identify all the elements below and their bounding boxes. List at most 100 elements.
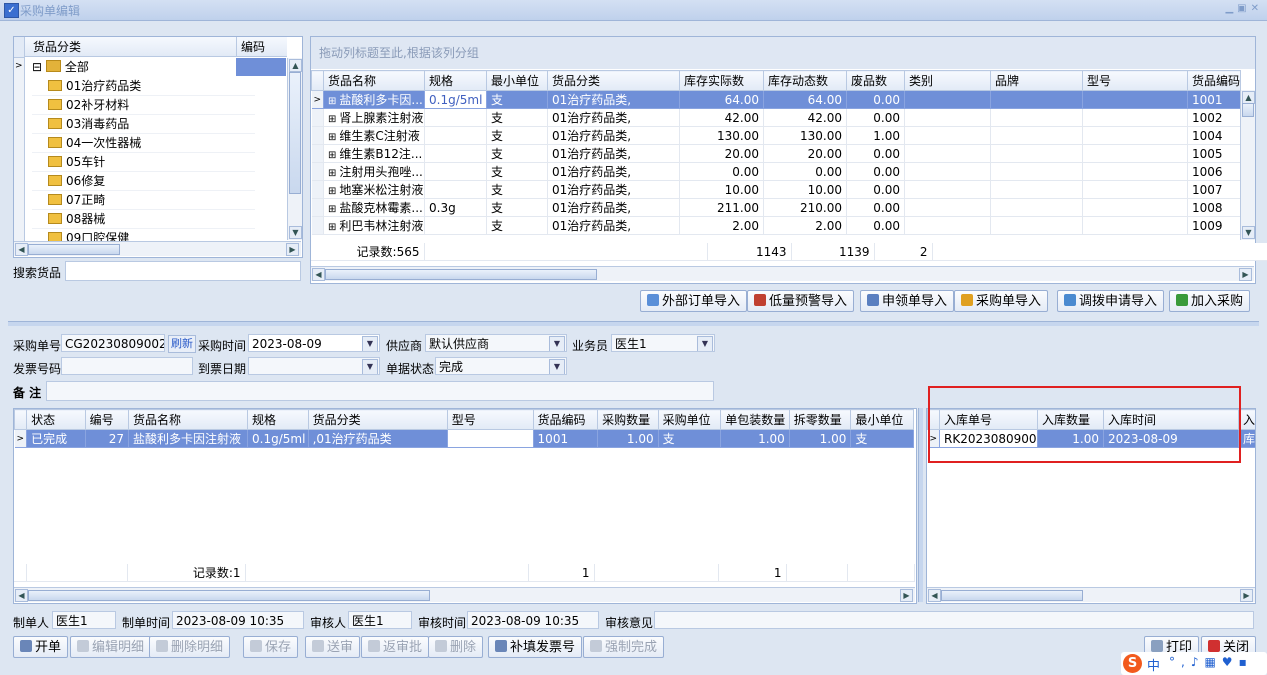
search-label: 搜索货品: [13, 266, 62, 280]
search-input[interactable]: [65, 261, 301, 281]
table-row[interactable]: ⊞ 盐酸克林霉素... 0.3g 支 01治疗药品类, 211.00 210.00 0.00 1…: [311, 198, 1241, 217]
goods-cell: 0.1g/5ml: [424, 90, 487, 109]
salesman-field[interactable]: 医生1 ▼: [611, 334, 715, 352]
vertical-splitter[interactable]: [918, 408, 923, 602]
tree-item[interactable]: 04一次性器械: [48, 134, 141, 153]
tree-item[interactable]: 02补牙材料: [48, 96, 129, 115]
splitter[interactable]: [8, 321, 1259, 326]
due-date-field[interactable]: ▼: [248, 357, 380, 375]
ime-toolbar[interactable]: S 中 °,♪▦♥▪: [1121, 652, 1267, 675]
chevron-down-icon[interactable]: ▼: [362, 336, 378, 351]
low-stock-import-button[interactable]: 低量预警导入: [747, 290, 855, 312]
detail-col-header[interactable]: 拆零数量: [788, 409, 852, 430]
goods-col-header[interactable]: 货品名称: [323, 70, 425, 91]
table-row[interactable]: ⊞ 注射用头孢唑... 支 01治疗药品类, 0.00 0.00 0.00 1006: [311, 162, 1241, 181]
detail-col-header[interactable]: 规格: [247, 409, 309, 430]
table-row[interactable]: > 已完成 27 盐酸利多卡因注射液 0.1g/5ml ,01治疗药品类 1001 1.00 支…: [14, 429, 914, 448]
new-order-button[interactable]: 开单: [13, 636, 69, 658]
detail-col-header[interactable]: 编号: [84, 409, 129, 430]
goods-vscroll[interactable]: ▲ ▼: [1240, 90, 1255, 240]
detail-col-header[interactable]: 单包装数量: [720, 409, 790, 430]
status-field[interactable]: 完成 ▼: [435, 357, 567, 375]
delete-button[interactable]: 删除: [428, 636, 484, 658]
expand-icon[interactable]: ⊞: [328, 186, 336, 197]
tree-hscroll[interactable]: ◀ ▶: [14, 241, 301, 256]
stock-col-header[interactable]: 入: [1238, 409, 1255, 430]
submit-button[interactable]: 送审: [305, 636, 361, 658]
expand-icon[interactable]: ⊞: [328, 168, 336, 179]
expand-icon[interactable]: ⊞: [328, 204, 336, 215]
external-order-import-button[interactable]: 外部订单导入: [640, 290, 748, 312]
tree-item[interactable]: 03消毒药品: [48, 115, 129, 134]
supplier-field[interactable]: 默认供应商 ▼: [425, 334, 567, 352]
expand-icon[interactable]: ⊞: [328, 132, 336, 143]
tree-item[interactable]: 01治疗药品类: [48, 77, 141, 96]
tree-header-code[interactable]: 编码: [237, 37, 287, 57]
detail-col-header[interactable]: 状态: [26, 409, 86, 430]
ime-mode[interactable]: 中: [1147, 655, 1160, 674]
table-row[interactable]: ⊞ 地塞米松注射液支 01治疗药品类, 10.00 10.00 0.00 1007: [311, 180, 1241, 199]
chevron-down-icon[interactable]: ▼: [697, 336, 713, 351]
detail-col-header[interactable]: 型号: [446, 409, 534, 430]
requisition-import-button[interactable]: 申领单导入: [860, 290, 955, 312]
transfer-import-button[interactable]: 调拨申请导入: [1057, 290, 1165, 312]
table-row[interactable]: ⊞ 利巴韦林注射液支 01治疗药品类, 2.00 2.00 0.00 1009: [311, 216, 1241, 235]
goods-cell: [904, 108, 991, 127]
tree-item[interactable]: 06修复: [48, 172, 105, 191]
goods-grid: 拖动列标题至此,根据该列分组 货品名称 规格 最小单位 货品分类 库存实际数 库存动态数废…: [310, 36, 1267, 284]
goods-col-header[interactable]: 最小单位: [486, 70, 548, 91]
goods-hscroll[interactable]: ◀ ▶: [311, 266, 1254, 281]
detail-col-header[interactable]: 货品分类: [307, 409, 448, 430]
detail-hscroll[interactable]: ◀ ▶: [14, 587, 915, 602]
tree-item[interactable]: 07正畸: [48, 191, 105, 210]
goods-cell: 0.00: [679, 162, 764, 181]
detail-col-header[interactable]: 货品名称: [127, 409, 249, 430]
tree-header-category[interactable]: 货品分类: [25, 37, 237, 57]
tree-root[interactable]: ⊟ 全部: [32, 58, 89, 77]
stock-hscroll[interactable]: ◀ ▶: [927, 587, 1255, 602]
edit-detail-button[interactable]: 编辑明细: [70, 636, 152, 658]
table-row[interactable]: ⊞ 肾上腺素注射液支 01治疗药品类, 42.00 42.00 0.00 1002: [311, 108, 1241, 127]
detail-col-header[interactable]: 采购单位: [657, 409, 722, 430]
goods-col-header[interactable]: 型号: [1082, 70, 1188, 91]
save-button[interactable]: 保存: [243, 636, 299, 658]
delete-detail-button[interactable]: 删除明细: [149, 636, 231, 658]
order-time-field[interactable]: 2023-08-09 ▼: [248, 334, 380, 352]
detail-col-header[interactable]: 货品编码: [532, 409, 599, 430]
add-purchase-button[interactable]: 加入采购: [1169, 290, 1251, 312]
invoice-field[interactable]: [61, 357, 193, 375]
remark-field[interactable]: [46, 381, 714, 401]
tree-vscroll[interactable]: ▲ ▼: [287, 58, 302, 240]
goods-col-header[interactable]: 品牌: [990, 70, 1083, 91]
purchase-order-import-button[interactable]: 采购单导入: [954, 290, 1049, 312]
goods-cell: [990, 108, 1083, 127]
expand-icon[interactable]: ⊞: [328, 96, 336, 107]
chevron-down-icon[interactable]: ▼: [549, 336, 565, 351]
expand-icon[interactable]: ⊞: [328, 222, 336, 233]
detail-col-header[interactable]: 采购数量: [597, 409, 659, 430]
goods-col-header[interactable]: 类别: [904, 70, 991, 91]
window-controls[interactable]: ▁▣✕: [1225, 3, 1263, 14]
force-complete-button[interactable]: 强制完成: [583, 636, 665, 658]
expand-icon[interactable]: ⊞: [328, 150, 336, 161]
goods-col-header[interactable]: 规格: [424, 70, 487, 91]
goods-col-header[interactable]: 库存动态数: [763, 70, 847, 91]
goods-col-header[interactable]: 废品数: [846, 70, 905, 91]
table-row[interactable]: > ⊞ 盐酸利多卡因... 0.1g/5ml 支 01治疗药品类, 64.00 64.00 0.…: [311, 90, 1241, 109]
goods-col-header[interactable]: 货品编码: [1187, 70, 1241, 91]
ime-icons[interactable]: °,♪▦♥▪: [1169, 655, 1253, 669]
chevron-down-icon[interactable]: ▼: [362, 359, 378, 374]
expand-icon[interactable]: ⊞: [328, 114, 336, 125]
table-row[interactable]: ⊞ 维生素C注射液支 01治疗药品类, 130.00 130.00 1.00 1004: [311, 126, 1241, 145]
fill-invoice-button[interactable]: 补填发票号: [488, 636, 583, 658]
goods-cell: 0.00: [846, 216, 905, 235]
chevron-down-icon[interactable]: ▼: [549, 359, 565, 374]
tree-item[interactable]: 05车针: [48, 153, 105, 172]
table-row[interactable]: ⊞ 维生素B12注... 支 01治疗药品类, 20.00 20.00 0.00 1005: [311, 144, 1241, 163]
detail-col-header[interactable]: 最小单位: [850, 409, 914, 430]
goods-col-header[interactable]: 库存实际数: [679, 70, 764, 91]
goods-col-header[interactable]: 货品分类: [547, 70, 680, 91]
return-approval-button[interactable]: 返审批: [361, 636, 430, 658]
refresh-button[interactable]: 刷新: [168, 335, 196, 353]
tree-item[interactable]: 08器械: [48, 210, 105, 229]
